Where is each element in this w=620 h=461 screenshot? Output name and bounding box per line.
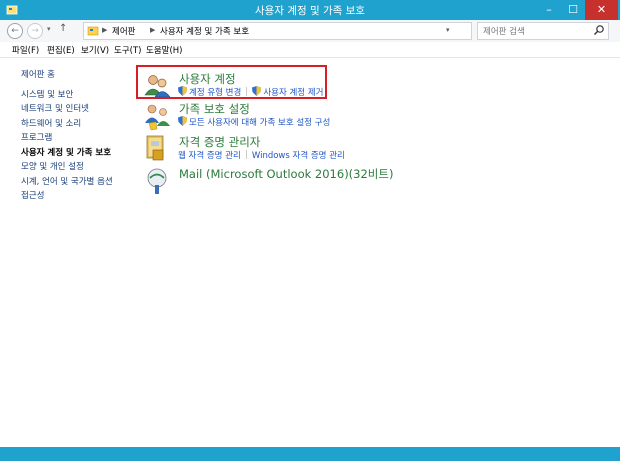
title-bar: 사용자 계정 및 가족 보호 – ☐ ✕	[0, 0, 620, 20]
category-links: 웹 자격 증명 관리 Windows 자격 증명 관리	[178, 149, 345, 161]
menu-file[interactable]: 파일(F)	[12, 44, 39, 56]
nav-clock-language-region[interactable]: 시계, 언어 및 국가별 옵션	[21, 175, 113, 187]
link-divider	[245, 150, 247, 159]
address-toolbar: ← → ▾ ↑ ▶ 제어판 ▶ 사용자 계정 및 가족 보호 ▾ ↻ 제어판 검…	[0, 20, 620, 43]
menu-edit[interactable]: 편집(E)	[47, 44, 75, 56]
nav-appearance[interactable]: 모양 및 개인 설정	[21, 160, 84, 172]
nav-system-security[interactable]: 시스템 및 보안	[21, 88, 73, 100]
highlight-box	[136, 65, 327, 99]
up-arrow-icon[interactable]: ↑	[59, 23, 67, 34]
address-bar[interactable]: ▶ 제어판 ▶ 사용자 계정 및 가족 보호 ▾ ↻	[83, 22, 552, 40]
search-input[interactable]: 제어판 검색	[483, 25, 525, 37]
breadcrumb-chevron-icon[interactable]: ▶	[150, 26, 155, 34]
search-icon[interactable]	[593, 24, 605, 36]
category-title-mail[interactable]: Mail (Microsoft Outlook 2016)(32비트)	[179, 166, 393, 182]
bottom-frame	[0, 447, 620, 461]
nav-hardware-sound[interactable]: 하드웨어 및 소리	[21, 117, 81, 129]
search-box[interactable]: 제어판 검색	[477, 22, 609, 40]
window-title: 사용자 계정 및 가족 보호	[255, 5, 365, 17]
category-title-credential-manager[interactable]: 자격 증명 관리자	[179, 134, 260, 150]
category-title-family-safety[interactable]: 가족 보호 설정	[179, 101, 250, 117]
nav-ease-of-access[interactable]: 접근성	[21, 189, 44, 201]
address-dropdown-icon[interactable]: ▾	[446, 26, 450, 34]
family-safety-all-users-link[interactable]: 모든 사용자에 대해 가족 보호 설정 구성	[189, 118, 330, 128]
breadcrumb-control-panel[interactable]: 제어판	[112, 25, 135, 37]
minimize-button[interactable]: –	[537, 0, 561, 20]
nav-control-panel-home[interactable]: 제어판 홈	[21, 68, 55, 80]
breadcrumb-chevron-icon: ▶	[102, 26, 108, 34]
back-button[interactable]: ←	[7, 23, 23, 39]
close-button[interactable]: ✕	[585, 0, 618, 20]
mail-icon[interactable]	[143, 166, 173, 196]
credential-manager-icon[interactable]	[143, 134, 173, 164]
breadcrumb-current[interactable]: 사용자 계정 및 가족 보호	[160, 25, 249, 37]
nav-programs[interactable]: 프로그램	[21, 131, 52, 143]
menu-view[interactable]: 보기(V)	[81, 44, 109, 56]
recent-pages-icon[interactable]: ▾	[47, 25, 51, 33]
forward-button[interactable]: →	[27, 23, 43, 39]
nav-network-internet[interactable]: 네트워크 및 인터넷	[21, 102, 89, 114]
nav-user-accounts-current: 사용자 계정 및 가족 보호	[21, 148, 112, 158]
control-panel-icon	[87, 26, 99, 36]
maximize-button[interactable]: ☐	[561, 0, 585, 20]
menu-tools[interactable]: 도구(T)	[114, 44, 141, 56]
uac-shield-icon	[178, 116, 187, 126]
manage-web-credentials-link[interactable]: 웹 자격 증명 관리	[178, 151, 241, 161]
menu-help[interactable]: 도움말(H)	[146, 44, 182, 56]
family-safety-icon[interactable]	[143, 101, 173, 131]
category-links: 모든 사용자에 대해 가족 보호 설정 구성	[178, 116, 330, 128]
manage-windows-credentials-link[interactable]: Windows 자격 증명 관리	[252, 151, 345, 161]
menu-bar: 파일(F) 편집(E) 보기(V) 도구(T) 도움말(H)	[0, 42, 620, 58]
